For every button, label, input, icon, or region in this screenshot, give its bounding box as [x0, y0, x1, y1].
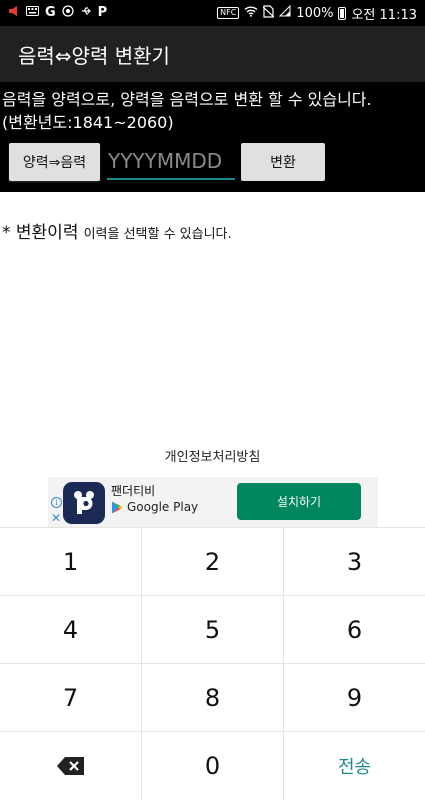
google-play-icon	[112, 501, 123, 513]
key-5[interactable]: 5	[142, 596, 284, 664]
numeric-keypad: 1 2 3 4 5 6 7 8 9 0 전송	[0, 527, 425, 800]
app-notification-icon: P	[97, 5, 108, 20]
install-button[interactable]: 설치하기	[237, 483, 361, 520]
key-2[interactable]: 2	[142, 528, 284, 596]
battery-percentage: 100%	[296, 5, 334, 21]
panda-logo-icon	[74, 491, 94, 514]
history-hint: 이력을 선택할 수 있습니다.	[83, 227, 232, 242]
key-3[interactable]: 3	[284, 528, 425, 596]
clock: 오전 11:13	[351, 7, 417, 23]
converter-panel: 음력을 양력으로, 양력을 음력으로 변환 할 수 있습니다. (변환년도:18…	[0, 82, 425, 192]
key-0[interactable]: 0	[142, 732, 284, 800]
date-input[interactable]	[107, 144, 235, 180]
wifi-icon	[244, 5, 258, 21]
key-1[interactable]: 1	[0, 528, 142, 596]
privacy-policy-link[interactable]: 개인정보처리방침	[0, 446, 425, 465]
backspace-icon	[56, 757, 84, 775]
google-icon: G	[45, 5, 56, 20]
key-4[interactable]: 4	[0, 596, 142, 664]
location-icon	[62, 5, 74, 21]
usb-icon	[80, 5, 92, 21]
app-title: 음력⇔양력 변환기	[18, 43, 170, 68]
year-range-text: (변환년도:1841~2060)	[2, 113, 174, 132]
key-7[interactable]: 7	[0, 664, 142, 732]
ad-store-label: Google Play	[127, 500, 199, 514]
status-bar-system: NFC 100% 오전 11:13	[217, 4, 417, 23]
history-title: * 변환이력	[2, 223, 79, 243]
keyboard-icon	[26, 6, 39, 20]
convert-button[interactable]: 변환	[241, 143, 325, 181]
ad-app-name[interactable]: 팬더티비	[111, 482, 155, 499]
conversion-mode-button[interactable]: 양력⇒음력	[9, 143, 100, 181]
signal-icon	[279, 4, 291, 21]
status-bar-notifications: G P	[8, 5, 107, 21]
key-6[interactable]: 6	[284, 596, 425, 664]
backspace-key[interactable]	[0, 732, 142, 800]
ad-info-icon[interactable]: i	[51, 497, 62, 508]
status-bar: G P NFC 100% 오전 11:13	[0, 0, 425, 26]
ad-close-icon[interactable]: ✕	[51, 511, 61, 525]
description-line-1: 음력을 양력으로, 양력을 음력으로 변환 할 수 있습니다.	[2, 90, 372, 109]
nfc-icon: NFC	[217, 7, 240, 19]
ad-app-logo[interactable]	[63, 482, 105, 524]
history-section: * 변환이력 이력을 선택할 수 있습니다.	[2, 218, 232, 243]
no-sim-icon	[262, 4, 275, 22]
megaphone-icon	[8, 5, 20, 21]
phone-screen: G P NFC 100% 오전 11:13 음력⇔양력 변환기 음력을 양력으로…	[0, 0, 425, 800]
key-8[interactable]: 8	[142, 664, 284, 732]
key-9[interactable]: 9	[284, 664, 425, 732]
ad-store-badge: Google Play	[111, 500, 198, 514]
battery-icon	[338, 6, 347, 20]
send-key[interactable]: 전송	[284, 732, 425, 800]
app-bar: 음력⇔양력 변환기	[0, 26, 425, 82]
